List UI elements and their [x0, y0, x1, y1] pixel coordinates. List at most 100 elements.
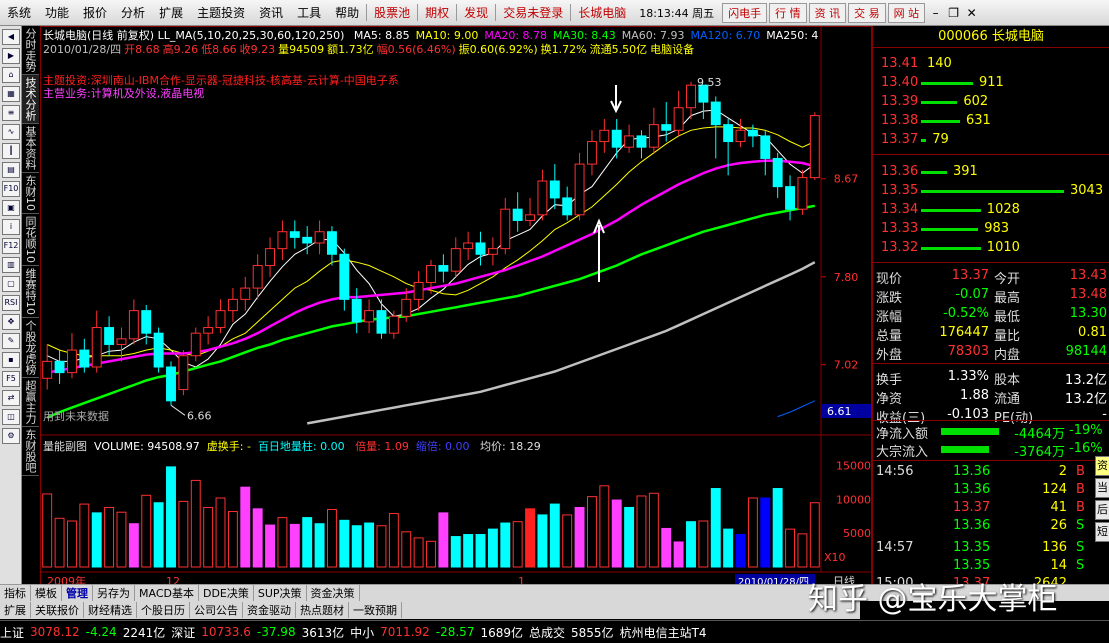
f12-icon[interactable]: F12: [2, 238, 20, 254]
tick-direction: S: [1076, 558, 1085, 573]
bottom-tab2-2[interactable]: 财经精选: [84, 602, 137, 618]
side-tab[interactable]: 当: [1095, 478, 1109, 498]
bottom-tab-2[interactable]: 管理: [62, 585, 93, 601]
candle-body: [450, 248, 461, 272]
f5-icon[interactable]: F5: [2, 371, 20, 387]
tick-direction: S: [1076, 540, 1085, 555]
volume-bar: [302, 517, 313, 568]
candle-body: [351, 298, 362, 323]
menu-item[interactable]: 报价: [76, 4, 114, 21]
kline-chart[interactable]: 8.67 7.80 7.02 6.61 9.53 6.66 用到未来数据 15000 10000…: [41, 27, 871, 595]
menu-item[interactable]: 工具: [290, 4, 328, 21]
menu-item-red[interactable]: 股票池: [366, 4, 417, 21]
box-icon[interactable]: ▪: [2, 352, 20, 368]
list-icon[interactable]: ≡: [2, 105, 20, 121]
bottom-tab-4[interactable]: MACD基本: [135, 585, 199, 601]
table-icon[interactable]: ▤: [2, 162, 20, 178]
bottom-tab-7[interactable]: 资金决策: [307, 585, 360, 601]
candle: [698, 84, 709, 119]
flow-value: -4464万: [1014, 427, 1065, 442]
menu-item[interactable]: 扩展: [152, 4, 190, 21]
candle-body: [339, 253, 350, 300]
pen-icon[interactable]: ✎: [2, 333, 20, 349]
info-icon[interactable]: i: [2, 219, 20, 235]
candle: [450, 237, 461, 277]
menu-item[interactable]: 分析: [114, 4, 152, 21]
stats-separator-2: [873, 420, 1109, 421]
vtab-5[interactable]: 维赛特10: [22, 266, 39, 318]
candle: [314, 220, 325, 255]
volume-bar: [463, 534, 474, 568]
menu-item-red[interactable]: 发现: [456, 4, 495, 21]
candle-body: [326, 231, 337, 255]
candle: [785, 175, 796, 221]
bottom-tab2-3[interactable]: 个股日历: [137, 602, 190, 618]
bottom-tab-3[interactable]: 另存为: [93, 585, 135, 601]
stat-label: 涨幅: [876, 310, 903, 325]
volume-bar: [599, 485, 610, 568]
menu-item[interactable]: 系统: [0, 4, 38, 21]
close-icon[interactable]: ✕: [964, 6, 979, 20]
rsi-icon[interactable]: RSI: [2, 295, 20, 311]
bottom-tab-5[interactable]: DDE决策: [199, 585, 254, 601]
menu-item-red[interactable]: 交易未登录: [495, 4, 570, 21]
f10-icon[interactable]: F10: [2, 181, 20, 197]
move-icon[interactable]: ✥: [2, 314, 20, 330]
bid-bar: [921, 171, 947, 174]
vtab-6[interactable]: 个股龙虎榜: [22, 318, 39, 378]
monitor-icon[interactable]: ▢: [2, 276, 20, 292]
vtab-2[interactable]: 基本资料: [22, 124, 39, 173]
side-tab[interactable]: 后: [1095, 500, 1109, 520]
volume-bar: [314, 523, 325, 568]
minimize-icon[interactable]: –: [928, 6, 943, 20]
stat-value: -0.07: [955, 287, 989, 302]
grid-icon[interactable]: ▦: [2, 86, 20, 102]
top-right-button[interactable]: 闪电手: [722, 2, 768, 23]
settings-icon[interactable]: ⚙: [2, 428, 20, 444]
side-tab[interactable]: 短: [1095, 522, 1109, 542]
bottom-tab2-5[interactable]: 资金驱动: [243, 602, 296, 618]
menu-item[interactable]: 帮助: [328, 4, 366, 21]
top-right-button[interactable]: 网 站: [887, 2, 926, 23]
swap-icon[interactable]: ⇄: [2, 390, 20, 406]
menu-item[interactable]: 功能: [38, 4, 76, 21]
bar-chart-icon[interactable]: ▥: [2, 257, 20, 273]
menu-item-red[interactable]: 长城电脑: [570, 4, 633, 21]
bottom-tab2-4[interactable]: 公司公告: [190, 602, 243, 618]
top-right-button[interactable]: 交 易: [848, 2, 886, 23]
bottom-tab2-6[interactable]: 热点题材: [296, 602, 349, 618]
bottom-tab-0[interactable]: 指标: [0, 585, 31, 601]
volume-bar: [735, 534, 746, 568]
top-right-button[interactable]: 行 情: [769, 2, 807, 23]
bottom-tab2-0[interactable]: 扩展: [0, 602, 31, 618]
vtab-1[interactable]: 技术分析: [22, 75, 39, 124]
candle-body: [785, 186, 796, 210]
vtab-7[interactable]: 超赢主力: [22, 378, 39, 427]
top-right-button[interactable]: 资 讯: [808, 2, 847, 23]
bottom-tab-1[interactable]: 模板: [31, 585, 62, 601]
bottom-tab2-7[interactable]: 一致预期: [349, 602, 402, 618]
candle-body: [277, 231, 288, 250]
vtab-8[interactable]: 东财股吧: [22, 427, 39, 476]
vtab-3[interactable]: 东财10: [22, 173, 39, 214]
volume-bar: [153, 502, 164, 568]
menu-item[interactable]: 主题投资: [190, 4, 252, 21]
menu-item[interactable]: 资讯: [252, 4, 290, 21]
vtab-0[interactable]: 分时走势: [22, 26, 39, 75]
back-icon[interactable]: ◀: [2, 29, 20, 45]
bottom-tab-6[interactable]: SUP决策: [254, 585, 307, 601]
vtab-4[interactable]: 同花顺10: [22, 214, 39, 266]
menu-item-red[interactable]: 期权: [417, 4, 456, 21]
bottom-tab2-1[interactable]: 关联报价: [31, 602, 84, 618]
restore-icon[interactable]: ❐: [946, 6, 961, 20]
home-icon[interactable]: ⌂: [2, 67, 20, 83]
forward-icon[interactable]: ▶: [2, 48, 20, 64]
volume-bar: [203, 506, 214, 568]
line-chart-icon[interactable]: ∿: [2, 124, 20, 140]
split-icon[interactable]: ◫: [2, 409, 20, 425]
kline-icon[interactable]: ┃: [2, 143, 20, 159]
flow-label: 净流入额: [876, 427, 929, 442]
doc-icon[interactable]: ▣: [2, 200, 20, 216]
side-tab[interactable]: 资: [1095, 456, 1109, 476]
volume-bar: [574, 506, 585, 568]
